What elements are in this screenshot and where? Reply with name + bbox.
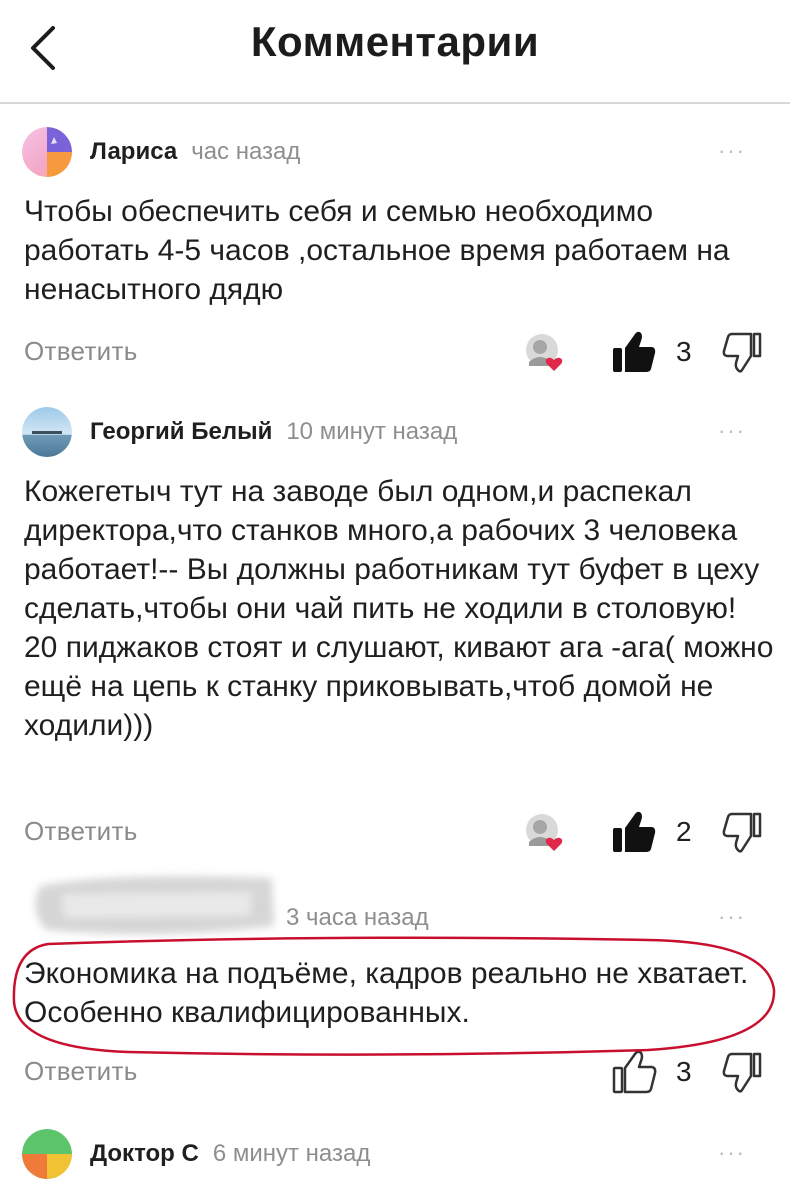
comment-actions: Ответить 3 [0,1048,790,1098]
like-filled-icon[interactable] [610,808,658,856]
reply-button[interactable]: Ответить [24,336,138,367]
like-outline-icon[interactable] [610,1048,658,1096]
reply-button[interactable]: Ответить [24,1056,138,1087]
like-filled-icon[interactable] [610,328,658,376]
comment-time: 6 минут назад [212,1140,371,1167]
avatar[interactable] [22,407,72,457]
liked-by-author-icon[interactable] [524,332,566,374]
avatar[interactable] [22,127,72,177]
comment-time: 10 минут назад [286,418,458,445]
comment-text: Чтобы обеспечить себя и семью необходимо… [24,195,730,306]
liked-by-author-icon[interactable] [524,812,566,854]
comment-actions: Ответить 3 [0,328,790,378]
dislike-icon[interactable] [720,330,766,376]
avatar[interactable] [22,1129,72,1179]
like-count: 3 [676,336,692,367]
more-options-icon[interactable]: ··· [718,1140,746,1166]
like-count: 2 [676,816,692,847]
comment-author[interactable]: Доктор С [90,1140,199,1168]
more-options-icon[interactable]: ··· [718,418,746,444]
comment-text: Кожегетыч тут на заводе был одном,и расп… [24,475,774,742]
comment-text: Экономика на подъёме, кадров реально не … [24,957,749,1029]
page-title: Комментарии [250,18,540,65]
reply-button[interactable]: Ответить [24,816,138,847]
comment-author[interactable]: Лариса [90,138,177,166]
dislike-icon[interactable] [720,810,766,856]
comment-time: час назад [191,138,301,165]
redacted-author [35,876,275,935]
more-options-icon[interactable]: ··· [718,138,746,164]
like-count: 3 [676,1056,692,1087]
dislike-icon[interactable] [720,1050,766,1096]
comment-actions: Ответить 2 [0,808,790,858]
comment-time: 3 часа назад [286,904,429,931]
more-options-icon[interactable]: ··· [718,904,746,930]
comment-author[interactable]: Георгий Белый [90,418,272,446]
top-bar: Комментарии [0,0,790,104]
